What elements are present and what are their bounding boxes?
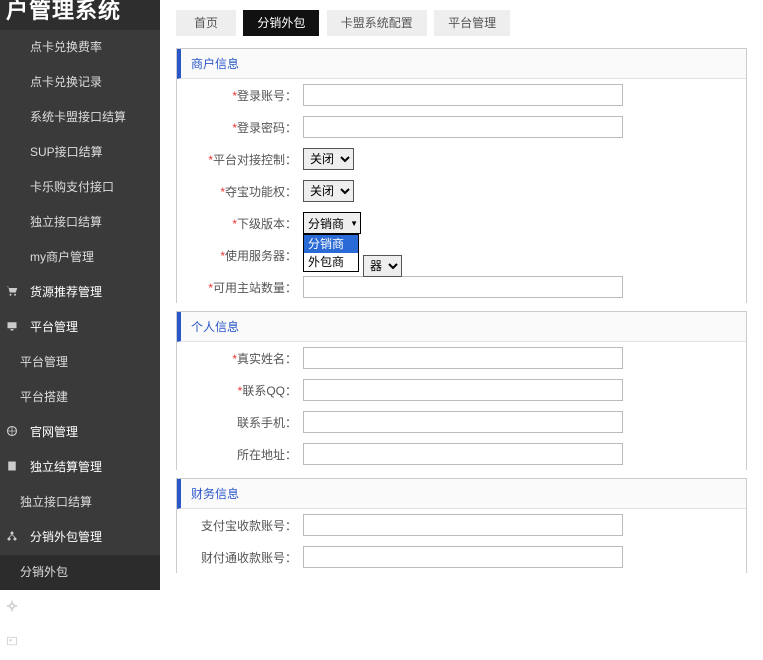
select-treasure-perm[interactable]: 关闭 <box>303 180 354 202</box>
nav-group-label: 商户设置管理 <box>30 600 102 614</box>
label-server: *使用服务器： <box>177 247 297 264</box>
nav-indep-interface-settle[interactable]: 独立接口结算 <box>0 485 160 520</box>
nav-group-label: 独立结算管理 <box>30 460 102 474</box>
nav-group-label: 官网管理 <box>30 425 78 439</box>
label-login-account: *登录账号： <box>177 87 297 104</box>
label-address: 所在地址： <box>177 446 297 463</box>
option-outsourcer[interactable]: 外包商 <box>304 253 358 271</box>
option-distributor[interactable]: 分销商 <box>304 235 358 253</box>
app-logo: 户管理系统 <box>0 0 160 30</box>
input-avail-sites[interactable] <box>303 276 623 298</box>
image-icon <box>6 635 18 647</box>
nav-group-merchant-settings[interactable]: 商户设置管理 <box>0 590 160 625</box>
input-alipay[interactable] <box>303 514 623 536</box>
section-merchant: 商户信息 *登录账号： *登录密码： *平台对接控制： 关闭 *夺宝功能权： 关… <box>176 48 747 303</box>
select-platform-control[interactable]: 关闭 <box>303 148 354 170</box>
distribution-icon <box>6 530 18 542</box>
input-phone[interactable] <box>303 411 623 433</box>
gear-icon <box>6 600 18 612</box>
label-login-password: *登录密码： <box>177 119 297 136</box>
tab-home[interactable]: 首页 <box>176 10 236 36</box>
label-treasure-perm: *夺宝功能权： <box>177 183 297 200</box>
select-sub-version[interactable]: 分销商 ▼ <box>303 212 361 234</box>
label-platform-control: *平台对接控制： <box>177 151 297 168</box>
label-qq: *联系QQ： <box>177 382 297 399</box>
nav-group-indep-settle[interactable]: 独立结算管理 <box>0 450 160 485</box>
nav-group-label: 分销外包管理 <box>30 530 102 544</box>
label-alipay: 支付宝收款账号： <box>177 517 297 534</box>
input-real-name[interactable] <box>303 347 623 369</box>
nav-indep-settle[interactable]: 独立接口结算 <box>0 205 160 240</box>
select-sub-version-wrap: 分销商 ▼ 分销商 外包商 <box>303 212 361 234</box>
label-sub-version: *下级版本： <box>177 215 297 232</box>
nav-kalegou-pay[interactable]: 卡乐购支付接口 <box>0 170 160 205</box>
nav-group-label: 平台管理 <box>30 320 78 334</box>
nav-sup-settle[interactable]: SUP接口结算 <box>0 135 160 170</box>
nav-group-website[interactable]: 官网管理 <box>0 415 160 450</box>
nav-platform-manage[interactable]: 平台管理 <box>0 345 160 380</box>
main-content: 首页 分销外包 卡盟系统配置 平台管理 商户信息 *登录账号： *登录密码： *… <box>160 10 763 583</box>
section-title-personal: 个人信息 <box>177 312 746 342</box>
input-address[interactable] <box>303 443 623 465</box>
section-finance: 财务信息 支付宝收款账号： 财付通收款账号： <box>176 478 747 573</box>
section-title-merchant: 商户信息 <box>177 49 746 79</box>
input-login-account[interactable] <box>303 84 623 106</box>
section-title-finance: 财务信息 <box>177 479 746 509</box>
tab-bar: 首页 分销外包 卡盟系统配置 平台管理 <box>176 10 763 40</box>
platform-icon <box>6 320 18 332</box>
nav-distribution-outsource[interactable]: 分销外包 <box>0 555 160 590</box>
tab-distribution[interactable]: 分销外包 <box>243 10 319 36</box>
input-tenpay[interactable] <box>303 546 623 568</box>
tab-platform-manage[interactable]: 平台管理 <box>434 10 510 36</box>
label-tenpay: 财付通收款账号： <box>177 549 297 566</box>
settle-icon <box>6 460 18 472</box>
dropdown-sub-version: 分销商 外包商 <box>303 234 359 272</box>
nav-card-record[interactable]: 点卡兑换记录 <box>0 65 160 100</box>
input-login-password[interactable] <box>303 116 623 138</box>
input-qq[interactable] <box>303 379 623 401</box>
nav-group-image-link[interactable]: 图片外链生成 <box>0 625 160 660</box>
label-real-name: *真实姓名： <box>177 350 297 367</box>
nav-group-platform[interactable]: 平台管理 <box>0 310 160 345</box>
nav-group-label: 货源推荐管理 <box>30 285 102 299</box>
nav-group-distribution[interactable]: 分销外包管理 <box>0 520 160 555</box>
tab-kameng-config[interactable]: 卡盟系统配置 <box>327 10 427 36</box>
nav-sys-kameng-settle[interactable]: 系统卡盟接口结算 <box>0 100 160 135</box>
section-personal: 个人信息 *真实姓名： *联系QQ： 联系手机： 所在地址： <box>176 311 747 470</box>
select-sub-version-value: 分销商 <box>308 215 344 232</box>
cart-icon <box>6 285 18 297</box>
nav-group-label: 图片外链生成 <box>30 635 102 649</box>
sidebar: 户管理系统 点卡兑换费率 点卡兑换记录 系统卡盟接口结算 SUP接口结算 卡乐购… <box>0 0 160 583</box>
label-phone: 联系手机： <box>177 414 297 431</box>
nav-group-supply[interactable]: 货源推荐管理 <box>0 275 160 310</box>
nav-card-rate[interactable]: 点卡兑换费率 <box>0 30 160 65</box>
chevron-down-icon: ▼ <box>350 219 358 228</box>
label-avail-sites: *可用主站数量： <box>177 279 297 296</box>
select-server[interactable]: 器 <box>363 255 402 277</box>
nav-platform-build[interactable]: 平台搭建 <box>0 380 160 415</box>
website-icon <box>6 425 18 437</box>
nav-my-merchant[interactable]: my商户管理 <box>0 240 160 275</box>
